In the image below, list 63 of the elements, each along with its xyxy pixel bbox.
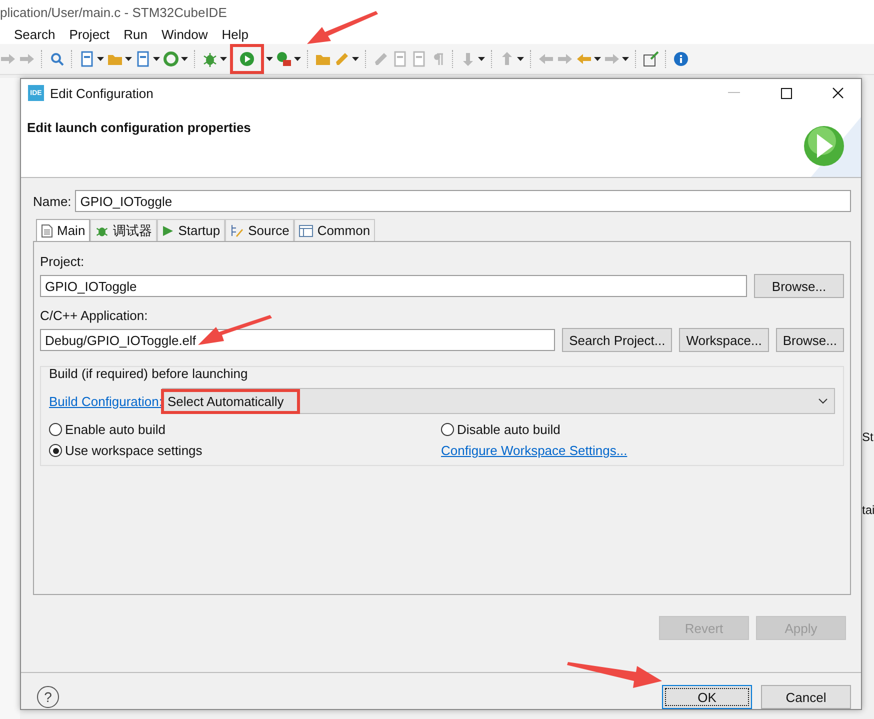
tab[interactable]: Main [36, 219, 90, 241]
table-icon [299, 224, 314, 236]
caret-icon[interactable] [594, 57, 601, 61]
application-field[interactable]: Debug/GPIO_IOToggle.elf [40, 329, 556, 351]
export-icon[interactable] [643, 51, 659, 67]
source-icon [230, 224, 244, 238]
cut-text: St [862, 430, 874, 444]
cut-text: tai [862, 503, 874, 517]
caret-icon[interactable] [153, 57, 160, 61]
ok-button[interactable]: OK [662, 685, 752, 709]
tab[interactable]: Startup [157, 219, 226, 241]
dialog-button[interactable]: Cancel [761, 685, 851, 709]
caret-icon[interactable] [181, 57, 188, 61]
caret-icon[interactable] [97, 57, 104, 61]
caret-icon[interactable] [220, 57, 227, 61]
radio-button[interactable] [49, 444, 62, 457]
dropdown-value[interactable]: Select Automatically [167, 394, 284, 408]
play-icon [803, 125, 845, 167]
caret-icon[interactable] [478, 57, 485, 61]
caret-icon[interactable] [125, 57, 132, 61]
help-button[interactable]: ? [37, 686, 59, 708]
menu-item[interactable]: Search [14, 26, 56, 42]
caret-icon[interactable] [266, 57, 273, 61]
tab[interactable]: Source [225, 219, 294, 241]
header-title: Edit launch configuration properties [26, 119, 251, 137]
caret-icon[interactable] [294, 57, 301, 61]
play-icon[interactable] [239, 51, 255, 67]
group-title: Build (if required) before launching [49, 366, 248, 381]
menu-item[interactable]: Project [69, 26, 110, 42]
browse-button[interactable]: Browse... [754, 274, 844, 298]
dialog-button[interactable]: Workspace... [679, 328, 769, 352]
tab[interactable]: 调试器 [90, 219, 158, 241]
radio-option[interactable]: Enable auto build [49, 422, 441, 437]
application-label: C/C++ Application: [40, 308, 149, 323]
window-title: plication/User/main.c - STM32CubeIDE [0, 4, 227, 20]
radio-option[interactable]: Use workspace settings [49, 443, 441, 458]
dialog-button[interactable]: Search Project... [562, 328, 672, 352]
radio-option[interactable]: Disable auto build [441, 422, 835, 437]
build-configuration-link[interactable]: Build Configuration: [49, 394, 162, 408]
dialog-title: Edit Configuration [50, 86, 154, 100]
info-icon[interactable] [673, 51, 689, 67]
document-icon [41, 224, 53, 238]
radio-button[interactable] [49, 423, 62, 436]
caret-icon[interactable] [352, 57, 359, 61]
name-label: Name: [33, 194, 72, 208]
play-icon [162, 224, 174, 236]
name-field[interactable]: GPIO_IOToggle [75, 190, 851, 212]
close-icon[interactable] [832, 87, 844, 99]
project-field[interactable]: GPIO_IOToggle [40, 275, 747, 297]
tab[interactable]: Common [294, 219, 376, 241]
settings-link[interactable]: Configure Workspace Settings... [441, 443, 835, 458]
arrow [307, 11, 378, 44]
dialog-button[interactable]: Browse... [776, 328, 844, 352]
menu-item[interactable]: Run [124, 26, 148, 42]
project-label: Project: [40, 254, 86, 269]
caret-icon[interactable] [622, 57, 629, 61]
menu-item[interactable]: Window [162, 26, 208, 42]
menu-item[interactable]: Help [222, 26, 249, 42]
maximize-icon[interactable] [780, 88, 792, 98]
chevron-down-icon[interactable] [818, 398, 828, 404]
caret-icon[interactable] [517, 57, 524, 61]
magnifier-icon[interactable] [49, 51, 65, 67]
radio-button[interactable] [441, 423, 454, 436]
